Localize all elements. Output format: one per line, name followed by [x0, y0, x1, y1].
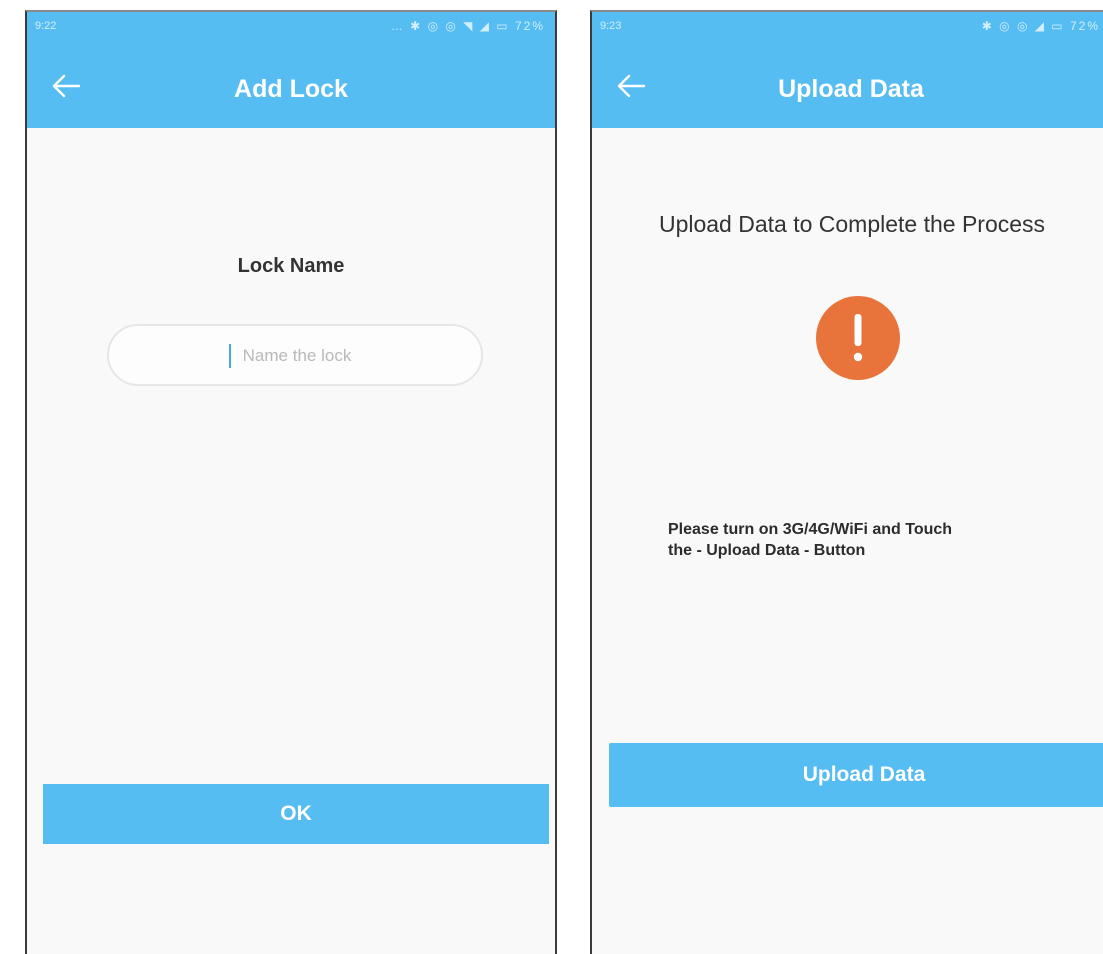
instruction-line: the - Upload Data - Button	[668, 542, 866, 559]
add-lock-screen: 9:22 … ✱ ◎ ◎ ◥ ◢ ▭ 72% Add Lock Lock Nam…	[25, 10, 557, 954]
status-bar: 9:22 … ✱ ◎ ◎ ◥ ◢ ▭ 72%	[27, 12, 555, 46]
status-time: 9:23	[600, 20, 622, 32]
status-icons: ✱ ◎ ◎ ◢ ▭ 72%	[981, 19, 1100, 33]
status-time: 9:22	[35, 20, 57, 32]
status-bar: 9:23 ✱ ◎ ◎ ◢ ▭ 72%	[592, 12, 1103, 46]
instruction-text: Please turn on 3G/4G/WiFi and Touch the …	[668, 519, 1048, 561]
page-title: Add Lock	[234, 75, 348, 103]
status-icons: … ✱ ◎ ◎ ◥ ◢ ▭ 72%	[390, 19, 545, 33]
screenshot-canvas: 9:22 … ✱ ◎ ◎ ◥ ◢ ▭ 72% Add Lock Lock Nam…	[0, 0, 1103, 954]
upload-heading: Upload Data to Complete the Process	[658, 211, 1046, 237]
ok-button[interactable]: OK	[43, 784, 549, 844]
divider	[555, 773, 557, 841]
lock-name-field	[107, 324, 485, 386]
instruction-line: Please turn on 3G/4G/WiFi and Touch	[668, 521, 953, 538]
app-bar: 9:22 … ✱ ◎ ◎ ◥ ◢ ▭ 72% Add Lock	[27, 12, 555, 128]
lock-name-label: Lock Name	[237, 255, 345, 277]
page-title: Upload Data	[778, 75, 924, 103]
exclamation-icon	[816, 296, 900, 380]
app-bar: 9:23 ✱ ◎ ◎ ◢ ▭ 72% Upload Data	[592, 12, 1103, 128]
text-caret	[229, 344, 231, 368]
upload-data-screen: 9:23 ✱ ◎ ◎ ◢ ▭ 72% Upload Data Upload Da…	[590, 10, 1103, 954]
upload-data-button[interactable]: Upload Data	[609, 743, 1103, 807]
lock-name-input[interactable]	[109, 326, 485, 386]
